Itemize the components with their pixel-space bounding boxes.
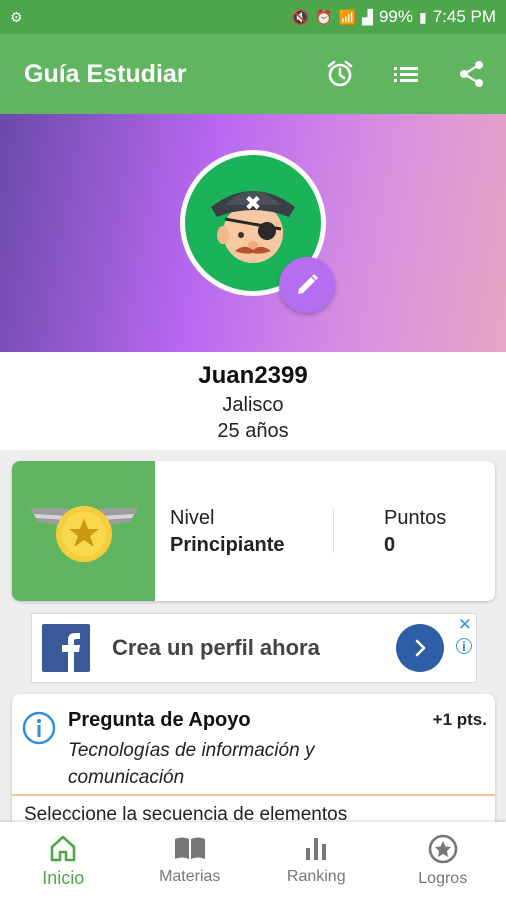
alarm-icon: ⏰ xyxy=(315,8,333,25)
nav-item-ranking[interactable]: Ranking xyxy=(253,822,380,900)
app-bar: Guía Estudiar xyxy=(0,34,506,114)
wifi-icon: 📶 xyxy=(338,8,357,25)
nav-item-materias[interactable]: Materias xyxy=(127,822,254,900)
settings-icon: ⚙ xyxy=(10,8,23,25)
ad-close-icon[interactable]: ✕ xyxy=(458,615,472,635)
book-icon xyxy=(174,837,205,859)
question-title: Pregunta de Apoyo xyxy=(68,709,251,731)
pencil-icon xyxy=(298,273,319,294)
level-card[interactable]: Nivel Principiante Puntos 0 xyxy=(12,461,495,601)
status-bar: ⚙ 🔇 ⏰ 📶 ▟ 99% ▮ 7:45 PM xyxy=(0,0,506,34)
chevron-right-icon xyxy=(415,639,426,657)
nav-label-ranking: Ranking xyxy=(286,868,346,885)
ad-open-button[interactable] xyxy=(396,624,444,672)
nav-label-materias: Materias xyxy=(159,868,221,885)
profile-info: Juan2399 Jalisco 25 años xyxy=(0,352,506,450)
level-label: Nivel xyxy=(170,507,215,529)
points-label: Puntos xyxy=(384,507,447,529)
profile-header: ✖ xyxy=(0,114,506,352)
alarm-icon xyxy=(327,60,353,87)
signal-icon: ▟ xyxy=(362,8,373,25)
question-subject: Tecnologías de información y comunicació… xyxy=(68,740,315,788)
battery-level: 99% xyxy=(378,7,413,26)
question-points: +1 pts. xyxy=(432,710,487,729)
alarm-button[interactable] xyxy=(320,54,360,94)
ad-text: Crea un perfil ahora xyxy=(112,635,320,660)
info-icon xyxy=(22,711,56,745)
user-state: Jalisco xyxy=(222,394,284,416)
list-button[interactable] xyxy=(386,54,426,94)
level-value: Principiante xyxy=(170,534,285,556)
level-info: Nivel Principiante xyxy=(155,461,333,601)
points-value: 0 xyxy=(384,534,396,556)
rank-badge-icon xyxy=(29,506,138,562)
nav-label-inicio: Inicio xyxy=(42,868,85,888)
points-info: Puntos 0 xyxy=(334,461,446,601)
nav-label-logros: Logros xyxy=(418,870,468,887)
edit-avatar-button[interactable] xyxy=(279,257,335,313)
list-icon xyxy=(394,67,418,82)
ad-banner[interactable]: Crea un perfil ahora ✕ i xyxy=(31,613,477,683)
mute-icon: 🔇 xyxy=(291,8,310,25)
share-icon xyxy=(460,61,483,87)
battery-icon: ▮ xyxy=(418,8,427,25)
user-age: 25 años xyxy=(217,420,289,442)
facebook-logo-icon xyxy=(42,624,90,672)
level-badge xyxy=(12,461,155,601)
nav-item-logros[interactable]: Logros xyxy=(380,822,506,900)
clock: 7:45 PM xyxy=(432,7,496,26)
question-card[interactable]: Pregunta de Apoyo +1 pts. Tecnologías de… xyxy=(12,694,495,834)
username: Juan2399 xyxy=(198,362,308,389)
svg-text:✖: ✖ xyxy=(245,191,262,215)
ad-info-icon[interactable]: i xyxy=(456,638,472,654)
share-button[interactable] xyxy=(452,54,492,94)
bar-chart-icon xyxy=(306,838,327,860)
home-icon xyxy=(50,835,76,862)
app-title: Guía Estudiar xyxy=(24,59,187,88)
nav-item-inicio[interactable]: Inicio xyxy=(0,822,127,900)
question-separator xyxy=(12,794,495,796)
bottom-navigation: Inicio Materias Ranking Logros xyxy=(0,822,506,900)
star-badge-icon xyxy=(428,834,458,864)
